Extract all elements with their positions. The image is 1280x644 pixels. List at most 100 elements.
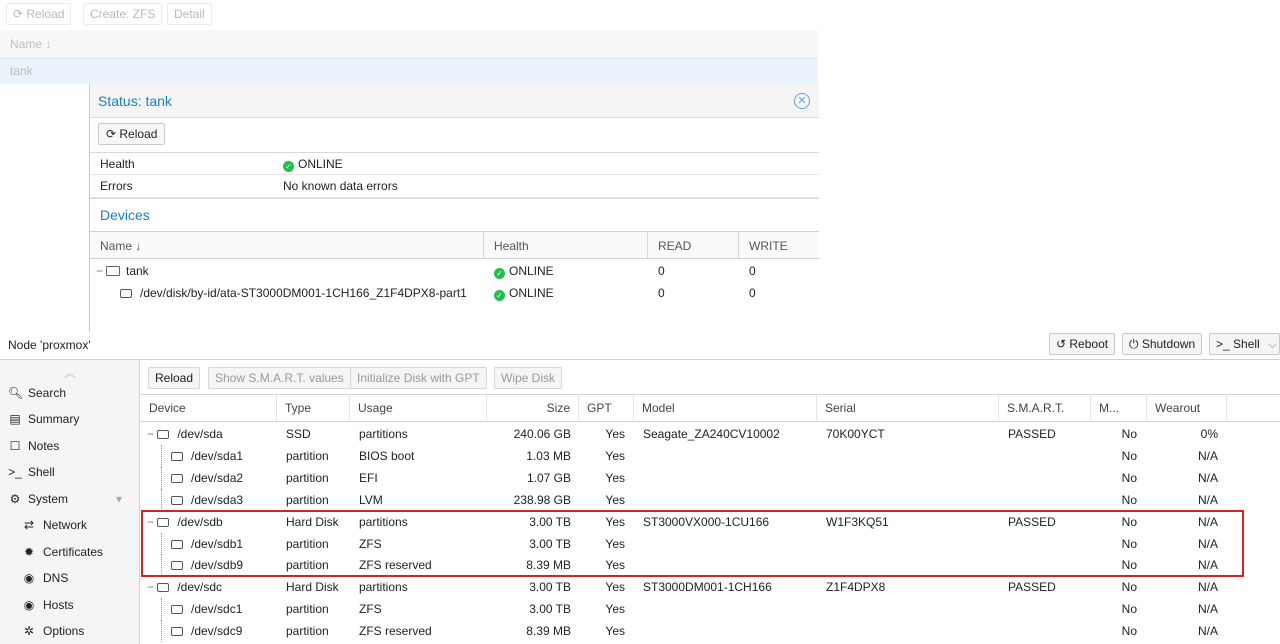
disk-serial-cell: 70K00YCT — [826, 427, 885, 441]
disk-row[interactable]: /dev/sda1 partition BIOS boot 1.03 MB Yes No N… — [141, 444, 1280, 467]
disk-mounted-cell: No — [1121, 427, 1137, 441]
disk-usage-cell: BIOS boot — [359, 448, 415, 463]
sidebar-item-shell[interactable]: >_ Shell — [0, 459, 140, 485]
close-icon[interactable]: ✕ — [794, 93, 810, 109]
disk-type-cell: partition — [286, 602, 329, 617]
disk-gpt-cell: Yes — [605, 448, 625, 463]
status-reload-button[interactable]: ⟳ Reload — [98, 123, 166, 145]
col-wearout[interactable]: Wearout — [1147, 395, 1227, 422]
tree-collapse-icon[interactable]: − — [96, 260, 103, 282]
disk-mounted-cell: No — [1121, 470, 1137, 485]
disk-gpt-cell: Yes — [605, 624, 625, 639]
disk-row[interactable]: /dev/sdc9 partition ZFS reserved 8.39 MB Yes… — [141, 620, 1280, 643]
disk-size-cell: 240.06 GB — [513, 427, 571, 441]
disk-mounted-cell: No — [1121, 492, 1137, 507]
sidebar-item-hosts[interactable]: ◉ Hosts — [0, 592, 140, 618]
zfs-detail-button[interactable]: Detail — [167, 3, 212, 25]
disk-mounted-cell: No — [1121, 602, 1137, 617]
disk-device-name: /dev/sdc9 — [191, 624, 243, 639]
device-row[interactable]: − tank ✓ ONLINE 0 0 — [90, 260, 819, 282]
sidebar-item-dns[interactable]: ◉ DNS — [0, 565, 140, 591]
sidebar-item-system[interactable]: ⚙ System ▾ — [0, 486, 140, 512]
toolbar-separator — [486, 369, 487, 387]
col-usage[interactable]: Usage — [350, 395, 487, 422]
disk-row[interactable]: /dev/sda2 partition EFI 1.07 GB Yes No N/A — [141, 466, 1280, 489]
disk-wearout-cell: N/A — [1197, 624, 1218, 639]
disk-size-cell: 1.07 GB — [526, 470, 571, 485]
col-serial[interactable]: Serial — [817, 395, 999, 422]
shell-button[interactable]: >_ Shell ⌵ — [1209, 333, 1280, 355]
devices-col-health[interactable]: Health — [484, 231, 648, 259]
notes-icon: ☐ — [9, 439, 21, 453]
disk-serial-cell: Z1F4DPX8 — [826, 580, 886, 595]
certificate-icon: ✹ — [23, 545, 35, 559]
col-model[interactable]: Model — [634, 395, 817, 422]
disk-wearout-cell: N/A — [1197, 580, 1218, 595]
tree-collapse-icon[interactable]: − — [147, 427, 157, 441]
col-size[interactable]: Size — [487, 395, 579, 422]
disk-row[interactable]: − /dev/sda SSD partitions 240.06 GB Yes Seaga… — [141, 423, 1280, 445]
tree-collapse-icon[interactable]: − — [147, 580, 157, 594]
disk-row[interactable]: /dev/sda3 partition LVM 238.98 GB Yes No N/A — [141, 488, 1280, 511]
sidebar-item-certificates[interactable]: ✹ Certificates — [0, 539, 140, 565]
disk-usage-cell: EFI — [359, 470, 378, 485]
col-device[interactable]: Device — [141, 395, 277, 422]
device-row[interactable]: /dev/disk/by-id/ata-ST3000DM001-1CH166_Z… — [90, 282, 819, 304]
tree-line — [161, 620, 162, 643]
chevron-up-icon[interactable]: ︿ — [64, 364, 76, 381]
device-read: 0 — [658, 264, 665, 278]
zfs-reload-button[interactable]: ⟳ Reload — [6, 3, 72, 25]
hdd-icon — [157, 583, 170, 593]
health-row: Health ✓ ONLINE — [90, 152, 819, 175]
disk-usage-cell: partitions — [359, 427, 408, 441]
globe-icon: ◉ — [23, 598, 35, 612]
device-write: 0 — [749, 286, 756, 300]
hdd-icon — [171, 451, 183, 461]
chevron-down-icon[interactable]: ⌵ — [1268, 334, 1277, 354]
disk-size-cell: 3.00 TB — [529, 580, 571, 595]
zfs-pool-row[interactable]: tank — [0, 58, 818, 84]
disk-row[interactable]: /dev/sdc1 partition ZFS 3.00 TB Yes No N/A — [141, 598, 1280, 621]
disk-model-cell: Seagate_ZA240CV10002 — [643, 427, 780, 441]
wipe-disk-button[interactable]: Wipe Disk — [494, 367, 563, 389]
show-smart-button[interactable]: Show S.M.A.R.T. values — [208, 367, 351, 389]
status-window-title: Status: tank — [90, 84, 819, 118]
errors-value: No known data errors — [283, 179, 398, 193]
disk-row[interactable]: − /dev/sdc Hard Disk partitions 3.00 TB Yes S… — [141, 576, 1280, 598]
disk-model-cell: ST3000DM001-1CH166 — [643, 580, 772, 595]
device-name: tank — [126, 264, 149, 278]
col-mounted[interactable]: M... — [1091, 395, 1147, 422]
gear-icon: ✲ — [23, 624, 35, 638]
sidebar-item-summary[interactable]: ▤ Summary — [0, 406, 140, 432]
zfs-name-column-header[interactable]: Name ↓ — [0, 30, 818, 58]
sidebar-item-options[interactable]: ✲ Options — [0, 618, 140, 644]
hdd-icon — [157, 430, 170, 439]
devices-col-write[interactable]: WRITE — [739, 231, 819, 259]
col-type[interactable]: Type — [277, 395, 350, 422]
col-gpt[interactable]: GPT — [579, 395, 634, 422]
hdd-icon — [171, 627, 183, 637]
folder-icon — [106, 266, 120, 276]
sidebar-item-notes[interactable]: ☐ Notes — [0, 433, 140, 459]
devices-col-name[interactable]: Name ↓ — [90, 231, 484, 259]
sidebar-item-search[interactable]: 🔍︎ Search — [0, 380, 140, 406]
sidebar: ︿ 🔍︎ Search ▤ Summary ☐ Notes >_ Shell ⚙ Syst… — [0, 360, 140, 644]
shutdown-button[interactable]: ⏻ Shutdown — [1122, 333, 1203, 355]
disk-type-cell: partition — [286, 624, 329, 639]
initialize-gpt-button[interactable]: Initialize Disk with GPT — [350, 367, 487, 389]
caret-down-icon[interactable]: ▾ — [116, 486, 122, 512]
disk-type-cell: Hard Disk — [286, 580, 339, 595]
reboot-button[interactable]: ↺ Reboot — [1049, 333, 1116, 355]
disk-wearout-cell: N/A — [1197, 492, 1218, 507]
sidebar-item-network[interactable]: ⇄ Network — [0, 512, 140, 538]
disk-device-name: /dev/sda — [177, 427, 223, 441]
disk-reload-button[interactable]: Reload — [148, 367, 201, 389]
globe-icon: ◉ — [23, 571, 35, 585]
create-zfs-button[interactable]: Create: ZFS — [83, 3, 163, 25]
col-smart[interactable]: S.M.A.R.T. — [999, 395, 1091, 422]
devices-col-read[interactable]: READ — [648, 231, 739, 259]
hdd-icon — [171, 495, 183, 505]
device-health: ONLINE — [509, 286, 554, 300]
disk-mounted-cell: No — [1121, 624, 1137, 639]
disk-device-cell: − /dev/sdc — [147, 576, 222, 598]
